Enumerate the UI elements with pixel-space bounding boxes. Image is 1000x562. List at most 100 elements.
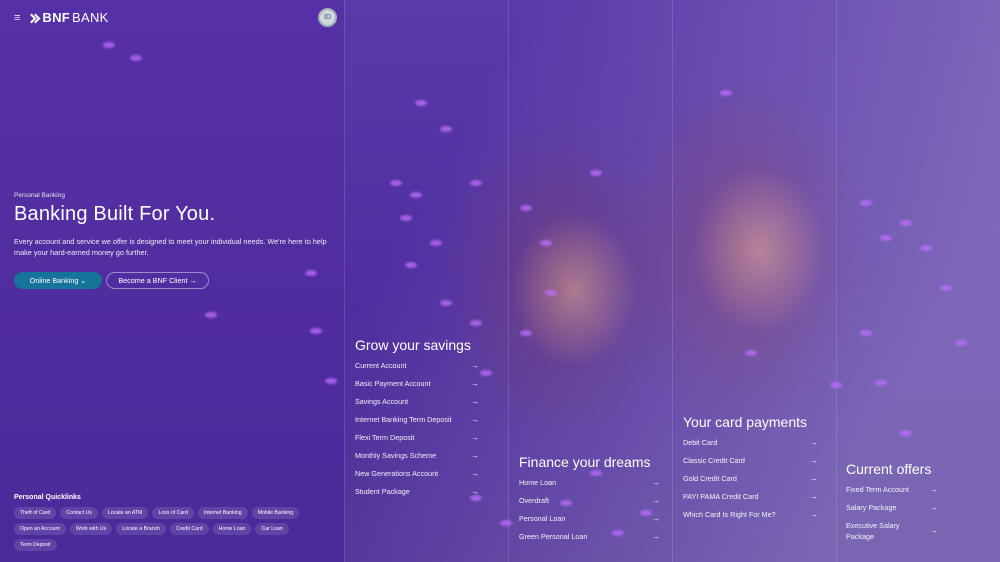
become-client-button[interactable]: Become a BNF Client → [106,272,209,289]
quicklink-chip[interactable]: Home Loan [212,523,252,535]
bokeh-light [103,42,115,48]
bokeh-light [405,262,417,268]
menu-link-label: Savings Account [355,397,409,406]
menu-link[interactable]: Which Card Is Right For Me? → [683,510,818,521]
bokeh-light [440,300,452,306]
menu-link-label: Student Package [355,487,410,496]
quicklink-chip[interactable]: Open an Account [14,523,66,535]
logo-chevron-icon [30,12,40,24]
menu-link[interactable]: Salary Package → [846,503,938,514]
menu-link[interactable]: Student Package → [355,487,479,498]
quicklink-chip[interactable]: Theft of Card [14,507,57,519]
arrow-right-icon: → [810,510,818,519]
arrow-right-icon: → [810,474,818,483]
arrow-right-icon: → [652,496,660,505]
menu-link[interactable]: Internet Banking Term Deposit → [355,415,479,426]
avatar[interactable]: ID [318,8,337,27]
quicklink-chip[interactable]: Contact Us [60,507,98,519]
bokeh-light [745,350,757,356]
arrow-right-icon: → [471,397,479,406]
menu-link[interactable]: Savings Account → [355,397,479,408]
column-title: Your card payments [683,414,807,430]
menu-icon[interactable]: ≡ [14,12,20,24]
menu-link[interactable]: Gold Credit Card → [683,474,818,485]
bokeh-light [415,100,427,106]
arrow-right-icon: → [471,415,479,424]
bokeh-light [205,312,217,318]
bokeh-light [520,205,532,211]
menu-link[interactable]: Current Account → [355,361,479,372]
quicklink-chip[interactable]: Credit Card [170,523,209,535]
menu-link[interactable]: Basic Payment Account → [355,379,479,390]
menu-link[interactable]: Home Loan → [519,478,660,489]
bokeh-light [410,192,422,198]
menu-column-finance: Finance your dreams Home Loan → Overdraft →… [519,454,660,550]
menu-link[interactable]: Green Personal Loan → [519,532,660,543]
bokeh-light [325,378,337,384]
menu-link-label: Executive Salary Package [846,521,900,541]
bokeh-light [470,180,482,186]
menu-link-label: Which Card Is Right For Me? [683,510,776,519]
menu-link[interactable]: New Generations Account → [355,469,479,480]
menu-link-label: Overdraft [519,496,549,505]
arrow-right-icon: → [471,451,479,460]
bokeh-light [310,328,322,334]
arrow-right-icon: → [471,487,479,496]
top-bar: ≡ BNF BANK [14,10,109,25]
bokeh-light [390,180,402,186]
menu-link[interactable]: Overdraft → [519,496,660,507]
quicklink-chip[interactable]: Work with Us [69,523,113,535]
menu-link-label: Monthly Savings Scheme [355,451,437,460]
menu-link[interactable]: Classic Credit Card → [683,456,818,467]
bokeh-light [900,220,912,226]
column-divider [508,0,509,562]
menu-link[interactable]: Personal Loan → [519,514,660,525]
quicklink-chip[interactable]: Car Loan [255,523,289,535]
quicklink-chip[interactable]: Mobile Banking [251,507,300,519]
bokeh-light [720,90,732,96]
bokeh-light [520,330,532,336]
bokeh-light [830,382,842,388]
quicklink-chip[interactable]: Locate an ATM [101,507,149,519]
bokeh-light [880,235,892,241]
arrow-right-icon: → [930,503,938,512]
bokeh-light [955,340,967,346]
bokeh-light [400,215,412,221]
arrow-right-icon: → [810,456,818,465]
menu-link-label: Internet Banking Term Deposit [355,415,452,424]
bokeh-light [545,290,557,296]
menu-link[interactable]: PAYI PAMA Credit Card → [683,492,818,503]
bokeh-light [920,245,932,251]
arrow-right-icon: → [930,526,938,536]
menu-column-cards: Your card payments Debit Card → Classic Cr… [683,414,818,528]
arrow-right-icon: → [930,485,938,494]
quicklinks-list: Theft of Card Contact Us Locate an ATM Loss… [14,507,314,551]
arrow-right-icon: → [471,433,479,442]
menu-link[interactable]: Executive Salary Package → [846,521,938,542]
menu-link-label: PAYI PAMA Credit Card [683,492,759,501]
hero-eyebrow: Personal Banking [14,192,65,199]
bokeh-light [860,330,872,336]
quicklink-chip[interactable]: Loss of Card [152,507,194,519]
menu-link-label: Flexi Term Deposit [355,433,415,442]
quicklink-chip[interactable]: Locate a Branch [116,523,167,535]
online-banking-button[interactable]: Online Banking ⌄ [14,272,102,289]
arrow-right-icon: → [652,532,660,541]
bnf-bank-logo[interactable]: BNF BANK [30,10,108,25]
menu-link-label: New Generations Account [355,469,439,478]
column-title: Current offers [846,461,932,477]
menu-link-label: Basic Payment Account [355,379,431,388]
menu-link-label: Salary Package [846,503,897,512]
menu-link[interactable]: Fixed Term Account → [846,485,938,496]
bokeh-light [440,126,452,132]
column-divider [836,0,837,562]
menu-link[interactable]: Debit Card → [683,438,818,449]
column-divider [344,0,345,562]
menu-link-label: Fixed Term Account [846,485,909,494]
menu-column-savings: Grow your savings Current Account → Basic … [355,337,479,505]
quicklink-chip[interactable]: Internet Banking [197,507,248,519]
quicklink-chip[interactable]: Term Deposit [14,539,57,551]
menu-link[interactable]: Monthly Savings Scheme → [355,451,479,462]
bokeh-light [590,170,602,176]
menu-link[interactable]: Flexi Term Deposit → [355,433,479,444]
